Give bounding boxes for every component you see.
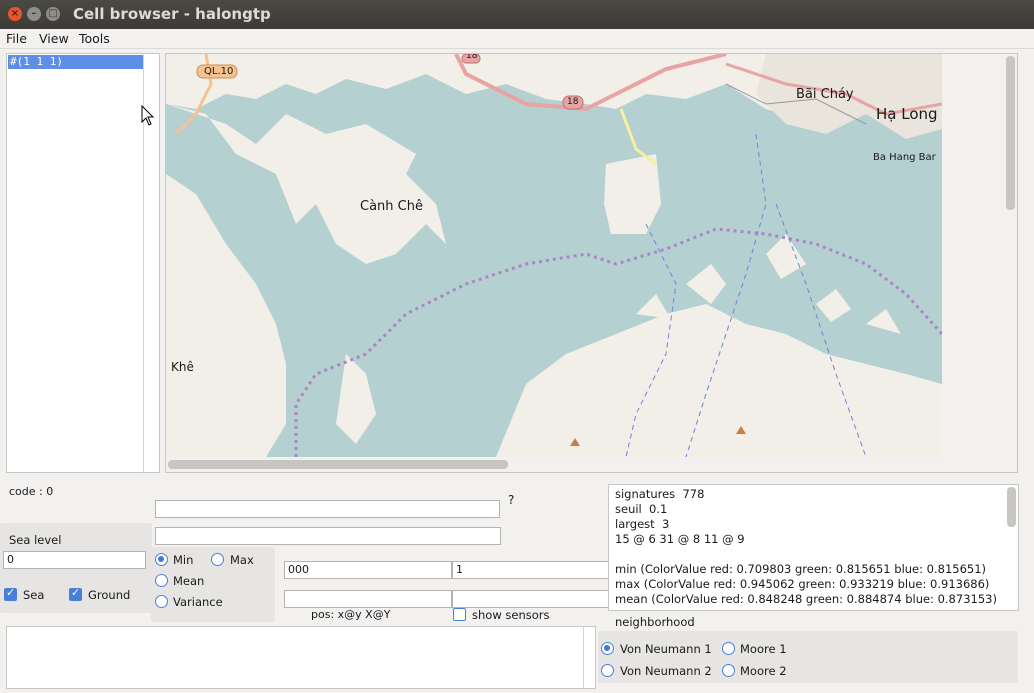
place-khe: Khê: [171, 360, 194, 374]
sea-level-label: Sea level: [9, 533, 62, 547]
menu-tools[interactable]: Tools: [79, 31, 110, 46]
output-text-area[interactable]: [6, 626, 596, 689]
info-line-min: min (ColorValue red: 0.709803 green: 0.8…: [615, 562, 987, 576]
road-label-18a: 18: [466, 54, 478, 61]
variance-radio-label: Variance: [173, 595, 223, 609]
place-canh-che: Cành Chê: [360, 199, 423, 214]
neighborhood-label: neighborhood: [615, 615, 695, 629]
mean-radio[interactable]: [155, 574, 168, 587]
moore-1-label: Moore 1: [740, 642, 787, 656]
road-label-ql10: QL.10: [204, 66, 234, 77]
moore-2-label: Moore 2: [740, 664, 787, 678]
field-d[interactable]: [452, 590, 618, 608]
pos-label: pos: x@y X@Y: [311, 608, 391, 621]
map-svg: [166, 54, 942, 457]
horizontal-scrollbar[interactable]: [168, 460, 508, 469]
min-radio-label: Min: [173, 553, 194, 567]
cell-list[interactable]: [6, 53, 160, 473]
field-a[interactable]: 000: [284, 561, 452, 579]
ground-checkbox[interactable]: [69, 586, 82, 601]
sea-level-input[interactable]: 0: [3, 551, 146, 569]
vertical-scrollbar[interactable]: [1006, 56, 1015, 210]
max-radio-label: Max: [230, 553, 254, 567]
max-radio[interactable]: [211, 553, 224, 566]
ground-checkbox-label: Ground: [88, 588, 131, 602]
second-text-field[interactable]: [155, 527, 501, 545]
sea-checkbox-label: Sea: [23, 588, 45, 602]
close-icon[interactable]: ×: [8, 7, 22, 21]
minimize-icon[interactable]: –: [27, 7, 41, 21]
title-bar: × – □ Cell browser - halongtp: [0, 0, 1034, 29]
von-neumann-1-label: Von Neumann 1: [620, 642, 712, 656]
moore-1-radio[interactable]: [722, 642, 735, 655]
place-ba-hang-bar: Ba Hang Bar: [873, 152, 936, 163]
info-line-largest: largest 3: [615, 517, 670, 531]
mean-radio-label: Mean: [173, 574, 205, 588]
show-sensors-checkbox[interactable]: [453, 608, 466, 621]
place-ha-long: Hạ Long: [876, 105, 938, 123]
menu-bar: File View Tools: [0, 29, 1034, 49]
list-item-selected[interactable]: #(1 1 1): [8, 55, 143, 69]
output-scrollbar[interactable]: [583, 627, 584, 688]
info-line-mean: mean (ColorValue red: 0.848248 green: 0.…: [615, 592, 997, 606]
road-label-18b: 18: [567, 97, 579, 107]
von-neumann-2-radio[interactable]: [601, 664, 614, 677]
min-radio[interactable]: [155, 553, 168, 566]
map-image[interactable]: QL.10 18 18 Bãi Cháy Hạ Long Ba Hang Bar…: [166, 54, 942, 457]
mouse-cursor-icon: [141, 105, 155, 126]
field-b[interactable]: 1: [452, 561, 618, 579]
info-line-seuil: seuil 0.1: [615, 502, 668, 516]
top-text-field[interactable]: [155, 500, 500, 518]
window-title: Cell browser - halongtp: [73, 5, 271, 23]
menu-file[interactable]: File: [6, 31, 27, 46]
sea-checkbox[interactable]: [4, 586, 17, 601]
show-sensors-label: show sensors: [472, 608, 550, 622]
von-neumann-1-radio[interactable]: [601, 642, 614, 655]
menu-view[interactable]: View: [39, 31, 69, 46]
info-line-signatures: signatures 778: [615, 487, 705, 501]
field-c[interactable]: [284, 590, 452, 608]
help-question[interactable]: ?: [508, 493, 514, 507]
variance-radio[interactable]: [155, 595, 168, 608]
info-line-cells: 15 @ 6 31 @ 8 11 @ 9: [615, 532, 745, 546]
info-line-max: max (ColorValue red: 0.945062 green: 0.9…: [615, 577, 990, 591]
maximize-icon[interactable]: □: [46, 7, 60, 21]
info-scrollbar[interactable]: [1007, 487, 1016, 527]
von-neumann-2-label: Von Neumann 2: [620, 664, 712, 678]
code-label: code : 0: [9, 485, 54, 498]
moore-2-radio[interactable]: [722, 664, 735, 677]
place-bai-chay: Bãi Cháy: [796, 87, 854, 102]
